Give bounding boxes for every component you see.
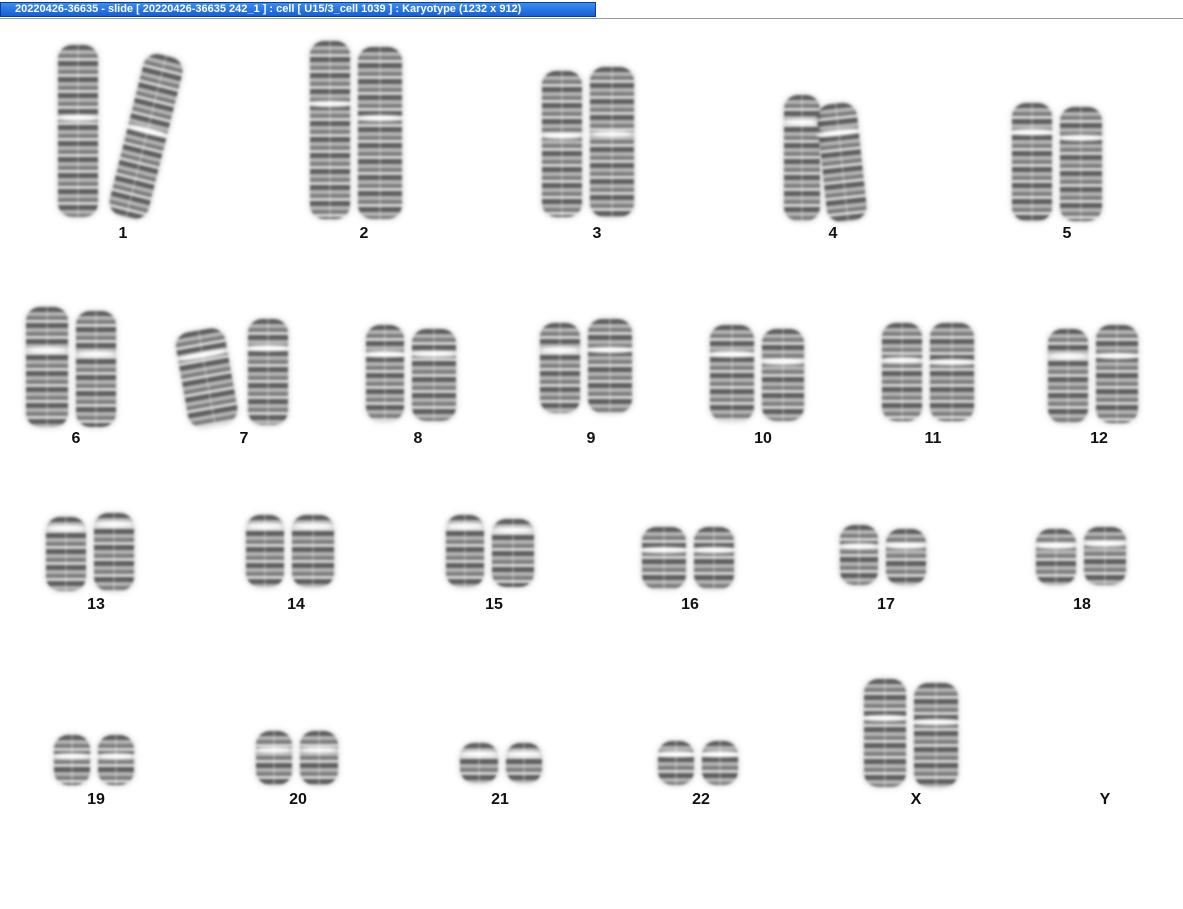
chromosome-22a[interactable]	[655, 741, 697, 785]
chromosome-Xa[interactable]	[861, 679, 909, 787]
chromosome-5a[interactable]	[1009, 103, 1055, 221]
label-20: 20	[289, 791, 307, 808]
chromosome-pair-6[interactable]	[23, 307, 119, 427]
chromosome-13b[interactable]	[91, 513, 137, 591]
chromosome-pair-16[interactable]	[639, 527, 737, 589]
label-13: 13	[87, 596, 105, 613]
chromosome-pair-11[interactable]	[879, 323, 977, 421]
chromosome-14b[interactable]	[289, 515, 337, 587]
label-8: 8	[413, 430, 423, 447]
chromosome-10b[interactable]	[759, 329, 807, 421]
label-16: 16	[681, 596, 699, 613]
chromosome-22b[interactable]	[699, 741, 741, 785]
chromosome-pair-19[interactable]	[51, 735, 137, 785]
chromosome-21b[interactable]	[503, 743, 545, 783]
chromosome-pair-13[interactable]	[43, 513, 137, 591]
chromosome-3a[interactable]	[539, 71, 585, 217]
chromosome-19b[interactable]	[95, 735, 137, 785]
karyotype-canvas: 1 2 3 4 5 6 7 8 9 10 11 12 13 14 15 16 1…	[0, 19, 1183, 909]
chromosome-18a[interactable]	[1033, 529, 1079, 585]
chromosome-15a[interactable]	[443, 515, 487, 587]
chromosome-18b[interactable]	[1081, 527, 1129, 585]
window-title-bar: 20220426-36635 - slide [ 20220426-36635 …	[0, 0, 1183, 19]
chromosome-pair-20[interactable]	[253, 731, 341, 785]
chromosome-11a[interactable]	[879, 323, 925, 421]
label-X: X	[910, 791, 922, 808]
chromosome-7a[interactable]	[173, 326, 240, 430]
label-18: 18	[1073, 596, 1091, 613]
label-15: 15	[485, 596, 503, 613]
chromosome-12a[interactable]	[1045, 329, 1091, 423]
chromosome-pair-X[interactable]	[861, 679, 961, 787]
chromosome-1b[interactable]	[106, 51, 186, 222]
chromosome-19a[interactable]	[51, 735, 93, 785]
chromosome-pair-17[interactable]	[837, 525, 929, 585]
chromosome-pair-21[interactable]	[457, 743, 545, 783]
chromosome-pair-4[interactable]	[781, 95, 868, 224]
label-6: 6	[71, 430, 81, 447]
chromosome-17b[interactable]	[883, 529, 929, 585]
chromosome-20a[interactable]	[253, 731, 295, 785]
chromosome-1a[interactable]	[55, 45, 101, 217]
chromosome-pair-18[interactable]	[1033, 527, 1129, 585]
chromosome-2b[interactable]	[355, 47, 405, 219]
chromosome-15b[interactable]	[489, 519, 537, 587]
chromosome-pair-14[interactable]	[243, 515, 337, 587]
chromosome-pair-15[interactable]	[443, 515, 537, 587]
chromosome-8b[interactable]	[409, 329, 459, 421]
label-12: 12	[1090, 430, 1108, 447]
chromosome-pair-5[interactable]	[1009, 103, 1105, 221]
chromosome-pair-8[interactable]	[363, 325, 459, 421]
label-5: 5	[1062, 225, 1072, 242]
chromosome-6b[interactable]	[73, 311, 119, 427]
label-Y: Y	[1099, 791, 1111, 808]
chromosome-20b[interactable]	[297, 731, 341, 785]
chromosome-pair-12[interactable]	[1045, 325, 1141, 423]
label-2: 2	[359, 225, 369, 242]
chromosome-pair-1[interactable]	[55, 45, 186, 222]
chromosome-12b[interactable]	[1093, 325, 1141, 423]
chromosome-4b[interactable]	[815, 101, 868, 224]
chromosome-6a[interactable]	[23, 307, 71, 427]
chromosome-pair-22[interactable]	[655, 741, 741, 785]
chromosome-16b[interactable]	[691, 527, 737, 589]
label-10: 10	[754, 430, 772, 447]
chromosome-4a[interactable]	[781, 95, 823, 221]
chromosome-pair-9[interactable]	[537, 319, 635, 413]
chromosome-14a[interactable]	[243, 515, 287, 587]
chromosome-pair-2[interactable]	[307, 41, 405, 219]
label-3: 3	[592, 225, 602, 242]
window-title[interactable]: 20220426-36635 - slide [ 20220426-36635 …	[0, 2, 596, 17]
label-17: 17	[877, 596, 895, 613]
label-7: 7	[239, 430, 249, 447]
chromosome-pair-7[interactable]	[173, 319, 291, 430]
chromosome-Xb[interactable]	[911, 683, 961, 787]
label-1: 1	[118, 225, 128, 242]
chromosome-9a[interactable]	[537, 323, 583, 413]
chromosome-10a[interactable]	[707, 325, 757, 421]
chromosome-21a[interactable]	[457, 743, 501, 783]
label-19: 19	[87, 791, 105, 808]
chromosome-2a[interactable]	[307, 41, 353, 219]
label-22: 22	[692, 791, 710, 808]
chromosome-8a[interactable]	[363, 325, 407, 421]
chromosome-11b[interactable]	[927, 323, 977, 421]
label-21: 21	[491, 791, 509, 808]
chromosome-7b[interactable]	[245, 319, 291, 425]
chromosome-13a[interactable]	[43, 517, 89, 591]
label-11: 11	[924, 430, 942, 447]
chromosome-5b[interactable]	[1057, 107, 1105, 221]
chromosome-17a[interactable]	[837, 525, 881, 585]
chromosome-9b[interactable]	[585, 319, 635, 413]
label-14: 14	[287, 596, 305, 613]
chromosome-3b[interactable]	[587, 67, 637, 217]
chromosome-pair-10[interactable]	[707, 325, 807, 421]
label-4: 4	[828, 225, 838, 242]
label-9: 9	[586, 430, 596, 447]
chromosome-pair-3[interactable]	[539, 67, 637, 217]
chromosome-16a[interactable]	[639, 527, 689, 589]
